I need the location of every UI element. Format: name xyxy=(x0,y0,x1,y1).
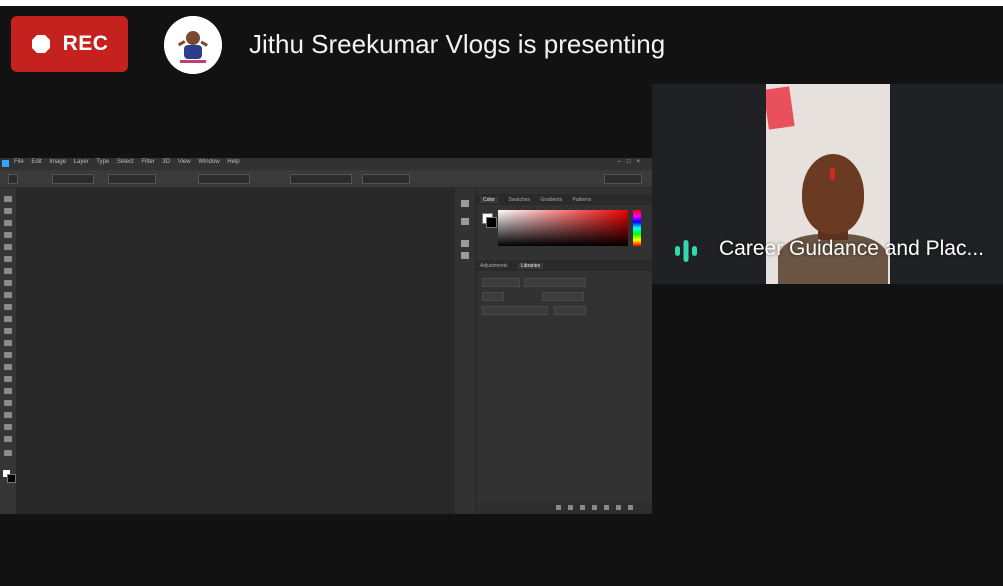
ps-menu-filter[interactable]: Filter xyxy=(141,159,154,165)
more-tools-icon[interactable] xyxy=(4,450,12,456)
dodge-tool-icon[interactable] xyxy=(4,364,12,370)
move-tool-icon[interactable] xyxy=(4,196,12,202)
group-icon[interactable] xyxy=(604,505,609,510)
avatar-image-icon xyxy=(164,16,222,74)
ps-menu-type[interactable]: Type xyxy=(96,159,109,165)
ps-window-controls-icon[interactable]: –□× xyxy=(618,159,646,165)
trash-icon[interactable] xyxy=(628,505,633,510)
video-background-paper xyxy=(766,86,795,130)
recording-badge: REC xyxy=(11,16,128,72)
tab-color[interactable]: Color xyxy=(480,197,498,203)
brush-tool-icon[interactable] xyxy=(4,292,12,298)
eraser-tool-icon[interactable] xyxy=(4,328,12,334)
presenter-avatar xyxy=(164,16,222,74)
photoshop-logo-icon xyxy=(2,160,9,167)
ps-menu-3d[interactable]: 3D xyxy=(162,159,170,165)
paragraph-panel-icon[interactable] xyxy=(461,252,469,259)
ps-menu: File Edit Image Layer Type Select Filter… xyxy=(14,159,246,165)
top-border xyxy=(0,0,1003,6)
properties-panel-icon[interactable] xyxy=(461,218,469,225)
text-style-buttons[interactable] xyxy=(482,306,548,315)
tab-adjustments[interactable]: Adjustments xyxy=(480,263,508,269)
presenting-text: Jithu Sreekumar Vlogs is presenting xyxy=(249,29,666,59)
ps-menu-view[interactable]: View xyxy=(178,159,191,165)
record-hexagon-icon xyxy=(31,35,50,53)
font-size-field[interactable] xyxy=(482,292,504,301)
ps-panel-footer xyxy=(476,502,652,514)
ps-search-workspace-icon[interactable] xyxy=(604,174,642,184)
gradient-tool-icon[interactable] xyxy=(4,340,12,346)
ps-menu-file[interactable]: File xyxy=(14,159,24,165)
ps-panel-dock xyxy=(455,188,475,514)
ps-menu-window[interactable]: Window xyxy=(198,159,219,165)
participant-name: Career Guidance and Plac... xyxy=(719,237,984,260)
audio-level-icon xyxy=(675,240,697,262)
leading-field[interactable] xyxy=(542,292,584,301)
frame-tool-icon[interactable] xyxy=(4,256,12,262)
history-brush-tool-icon[interactable] xyxy=(4,316,12,322)
link-layers-icon[interactable] xyxy=(556,505,561,510)
ps-menu-help[interactable]: Help xyxy=(227,159,239,165)
color-picker-field[interactable] xyxy=(498,210,628,246)
hand-tool-icon[interactable] xyxy=(4,424,12,430)
ps-menu-image[interactable]: Image xyxy=(49,159,66,165)
ps-width-field[interactable] xyxy=(290,174,352,184)
tab-patterns[interactable]: Patterns xyxy=(573,197,592,203)
ps-menu-select[interactable]: Select xyxy=(117,159,134,165)
text-align-buttons[interactable] xyxy=(524,278,586,287)
video-person-head xyxy=(802,154,864,234)
ps-menu-layer[interactable]: Layer xyxy=(74,159,89,165)
zoom-tool-icon[interactable] xyxy=(4,436,12,442)
adjustment-icon[interactable] xyxy=(592,505,597,510)
mask-icon[interactable] xyxy=(580,505,585,510)
color-bg-swatch[interactable] xyxy=(486,217,497,228)
shared-screen: File Edit Image Layer Type Select Filter… xyxy=(0,158,652,514)
marquee-tool-icon[interactable] xyxy=(4,208,12,214)
home-icon[interactable] xyxy=(8,174,18,184)
blur-tool-icon[interactable] xyxy=(4,352,12,358)
path-select-tool-icon[interactable] xyxy=(4,400,12,406)
crop-tool-icon[interactable] xyxy=(4,244,12,250)
tracking-field[interactable] xyxy=(554,306,586,315)
ps-style-select[interactable] xyxy=(198,174,250,184)
participant-tile[interactable]: Career Guidance and Plac... xyxy=(652,84,1003,284)
ps-feather-field[interactable] xyxy=(108,174,156,184)
tab-libraries[interactable]: Libraries xyxy=(517,263,544,269)
lasso-tool-icon[interactable] xyxy=(4,220,12,226)
shape-tool-icon[interactable] xyxy=(4,412,12,418)
stamp-tool-icon[interactable] xyxy=(4,304,12,310)
fx-icon[interactable] xyxy=(568,505,573,510)
ps-right-panel: Color Swatches Gradients Patterns Adjust… xyxy=(476,188,652,514)
tab-gradients[interactable]: Gradients xyxy=(540,197,562,203)
tab-swatches[interactable]: Swatches xyxy=(508,197,530,203)
healing-tool-icon[interactable] xyxy=(4,280,12,286)
ps-canvas-area[interactable] xyxy=(17,188,455,514)
ps-select-mask-button[interactable] xyxy=(362,174,410,184)
history-panel-icon[interactable] xyxy=(461,200,469,207)
eyedropper-tool-icon[interactable] xyxy=(4,268,12,274)
character-panel-icon[interactable] xyxy=(461,240,469,247)
pen-tool-icon[interactable] xyxy=(4,376,12,382)
ps-color-tabs: Color Swatches Gradients Patterns xyxy=(476,194,652,205)
ps-menubar: File Edit Image Layer Type Select Filter… xyxy=(0,158,652,170)
ps-tool-mode-buttons[interactable] xyxy=(52,174,94,184)
ps-options-bar xyxy=(0,170,652,188)
ps-menu-edit[interactable]: Edit xyxy=(31,159,41,165)
ps-adjust-tabs: Adjustments Libraries xyxy=(476,260,652,271)
video-person-tilak xyxy=(830,168,835,180)
rec-label: REC xyxy=(62,32,109,55)
hue-slider[interactable] xyxy=(633,210,641,246)
quick-select-tool-icon[interactable] xyxy=(4,232,12,238)
ps-toolbar xyxy=(0,188,16,514)
type-tool-icon[interactable] xyxy=(4,388,12,394)
new-layer-icon[interactable] xyxy=(616,505,621,510)
font-family-field[interactable] xyxy=(482,278,520,287)
background-color-swatch[interactable] xyxy=(7,474,16,483)
